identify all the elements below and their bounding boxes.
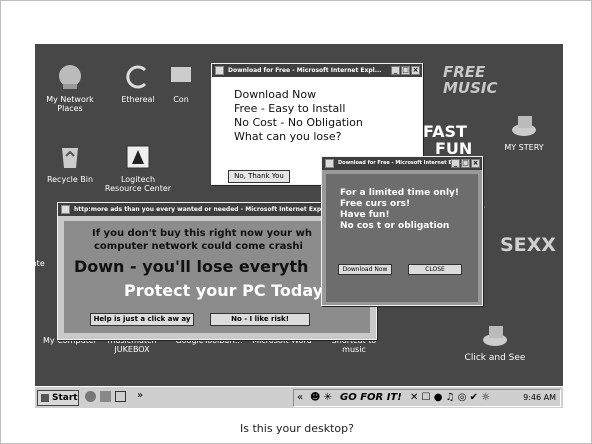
- popup-download-line4: What can you lose?: [234, 130, 342, 143]
- popup-limited-title: Download for Free - Microsoft Internet E…: [338, 160, 466, 166]
- quicklaunch-chevron[interactable]: »: [137, 390, 143, 401]
- windows-flag-icon: [41, 394, 49, 402]
- popup-limited-line3: Have fun!: [340, 210, 390, 220]
- desktop-quicklaunch-icon[interactable]: [115, 391, 126, 402]
- ie-quicklaunch-icon[interactable]: [85, 391, 96, 402]
- desktop-icon-label: Logitech Resource Center: [104, 175, 172, 193]
- desktop-icon-label: MY STERY: [504, 143, 544, 152]
- desktop-icon-mystery[interactable]: MY STERY: [489, 110, 559, 152]
- ie-icon: [61, 205, 70, 214]
- popup-protect-line2: computer network could come crashi: [94, 241, 303, 252]
- clock: 9:46 AM: [523, 393, 556, 402]
- popup-protect-title: http:more ads than you every wanted or n…: [74, 206, 322, 213]
- outlook-quicklaunch-icon[interactable]: [100, 391, 111, 402]
- popup-protect-line3: Down - you'll lose everyth: [74, 257, 309, 276]
- desktop-icon-label: Con: [173, 95, 189, 104]
- go-for-it-text: GO FOR IT!: [340, 392, 402, 403]
- window-controls: _ □ ×: [391, 66, 420, 75]
- start-label: Start: [52, 393, 78, 403]
- mystery-icon: [512, 116, 536, 136]
- system-tray: « ☻ ✳ GO FOR IT! ✕ ☐ ● ♫ ◎ ✔ ☼ 9:46 AM: [293, 389, 561, 407]
- popup-download-title: Download for Free - Microsoft Internet E…: [228, 67, 382, 74]
- desktop-icon-label: Click and See: [464, 353, 526, 363]
- popup-protect-line1: If you don't buy this right now your wh: [92, 228, 312, 239]
- taskbar: Start » « ☻ ✳ GO FOR IT! ✕ ☐ ● ♫ ◎ ✔ ☼ 9…: [35, 386, 563, 408]
- desktop-icon-label: My Network Places: [46, 95, 94, 113]
- popup-download-line3: No Cost - No Obligation: [234, 116, 363, 129]
- close-button[interactable]: ×: [471, 159, 480, 168]
- desktop-icon-logitech[interactable]: Logitech Resource Center: [103, 142, 173, 193]
- desktop-icon-label: Recycle Bin: [46, 175, 94, 184]
- no-thank-you-button[interactable]: No, Thank You: [228, 170, 290, 183]
- start-button[interactable]: Start: [37, 390, 79, 406]
- quick-launch: [85, 391, 126, 402]
- desktop-icon-label: Ethereal: [121, 95, 155, 104]
- desktop-icon-network-places[interactable]: My Network Places: [35, 62, 105, 113]
- desktop-icon-click-and-see[interactable]: Click and See: [455, 320, 535, 363]
- download-now-button[interactable]: Download Now: [338, 264, 392, 275]
- desktop: FREE MUSIC FAST FUN SEXX My Network Plac…: [35, 44, 563, 408]
- help-click-away-button[interactable]: Help is just a click aw ay: [90, 313, 194, 326]
- popup-limited-line1: For a limited time only!: [340, 188, 460, 198]
- popup-protect-line4: Protect your PC Today: [124, 281, 324, 300]
- logitech-icon: [126, 145, 150, 169]
- ie-icon: [215, 66, 224, 75]
- close-popup-button[interactable]: CLOSE: [408, 264, 462, 275]
- popup-limited-line4: No cos t or obligation: [340, 221, 450, 231]
- network-places-icon: [59, 65, 81, 89]
- minimize-button[interactable]: _: [451, 159, 460, 168]
- window-controls: _ □ ×: [451, 159, 480, 168]
- close-button[interactable]: ×: [411, 66, 420, 75]
- like-risk-button[interactable]: No - I like risk!: [210, 313, 310, 326]
- popup-limited-window[interactable]: Download for Free - Microsoft Internet E…: [321, 156, 483, 306]
- wallpaper-free-music: FREE MUSIC: [443, 63, 498, 97]
- ie-icon: [325, 159, 334, 168]
- slide-caption: Is this your desktop?: [240, 422, 354, 435]
- click-see-icon: [483, 326, 507, 346]
- maximize-button[interactable]: □: [461, 159, 470, 168]
- computer-icon: [171, 67, 191, 82]
- slide-frame: FREE MUSIC FAST FUN SEXX My Network Plac…: [0, 0, 592, 444]
- popup-limited-body: For a limited time only! Free curs ors! …: [326, 174, 478, 302]
- tray-chevron-icon[interactable]: «: [297, 392, 303, 403]
- popup-download-titlebar[interactable]: Download for Free - Microsoft Internet E…: [212, 64, 422, 77]
- desktop-icon-recycle-bin[interactable]: Recycle Bin: [35, 142, 105, 184]
- tray-icons-left[interactable]: ☻ ✳: [310, 392, 332, 403]
- desktop-icon-inte[interactable]: Inte: [35, 259, 57, 268]
- popup-limited-line2: Free curs ors!: [340, 199, 411, 209]
- popup-download-line1: Download Now: [234, 88, 317, 101]
- minimize-button[interactable]: _: [391, 66, 400, 75]
- maximize-button[interactable]: □: [401, 66, 410, 75]
- ethereal-icon: [126, 65, 147, 89]
- wallpaper-sexx: SEXX: [500, 234, 556, 256]
- recycle-bin-icon: [62, 148, 78, 168]
- popup-limited-titlebar[interactable]: Download for Free - Microsoft Internet E…: [322, 157, 482, 170]
- desktop-icon-label: Inte: [35, 259, 45, 268]
- desktop-icon-con[interactable]: Con: [161, 62, 201, 104]
- tray-icons-right[interactable]: ✕ ☐ ● ♫ ◎ ✔ ☼: [410, 392, 490, 403]
- popup-download-line2: Free - Easy to Install: [234, 102, 346, 115]
